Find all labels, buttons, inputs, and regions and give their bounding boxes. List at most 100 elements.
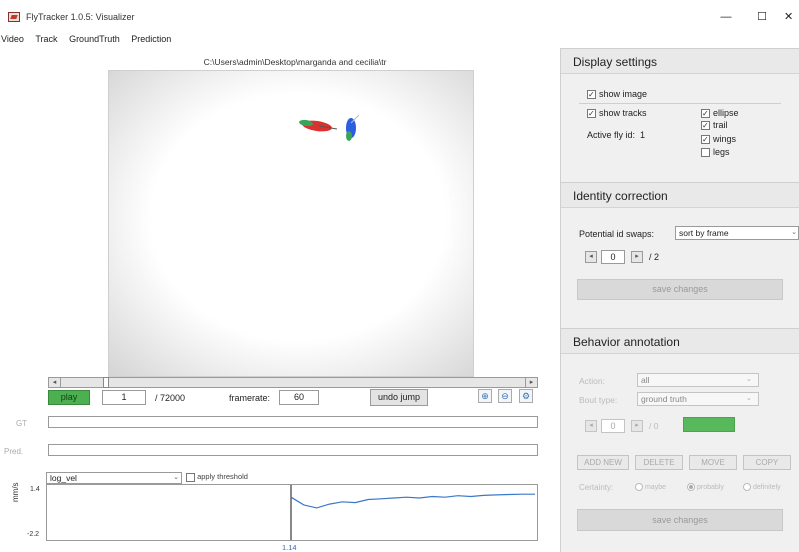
fly-blue[interactable]: [346, 114, 360, 141]
right-panel: Display settings show image show tracks …: [560, 48, 799, 552]
minimize-button[interactable]: —: [716, 10, 736, 24]
maximize-button[interactable]: ☐: [752, 10, 772, 24]
ellipse-label: ellipse: [713, 108, 739, 118]
identity-correction-header: Identity correction: [561, 182, 799, 208]
checkbox-icon[interactable]: [587, 89, 596, 100]
menu-prediction[interactable]: Prediction: [131, 34, 171, 44]
slider-thumb[interactable]: [103, 377, 109, 388]
checkbox-icon[interactable]: [701, 108, 710, 119]
certainty-maybe-option[interactable]: maybe: [635, 483, 666, 491]
play-bout-button[interactable]: [683, 417, 735, 432]
divider: [579, 103, 781, 104]
plot-series-line: [290, 493, 535, 509]
next-bout-icon[interactable]: ▸: [631, 420, 643, 432]
bout-type-select[interactable]: ground truth ⌄: [637, 392, 759, 406]
swap-count: / 2: [649, 252, 660, 262]
show-image-toggle[interactable]: show image: [587, 89, 648, 100]
swap-index-input[interactable]: 0: [601, 250, 625, 264]
delete-button[interactable]: DELETE: [635, 455, 683, 470]
copy-button[interactable]: COPY: [743, 455, 791, 470]
active-fly-value: 1: [640, 130, 646, 140]
menu-track[interactable]: Track: [35, 34, 57, 44]
pred-track-bar[interactable]: [48, 444, 538, 456]
certainty-probably-option[interactable]: probably: [687, 483, 724, 491]
undo-jump-button[interactable]: undo jump: [370, 389, 428, 406]
apply-threshold-toggle[interactable]: apply threshold: [186, 472, 248, 482]
legs-label: legs: [713, 147, 730, 157]
next-swap-icon[interactable]: ▸: [631, 251, 643, 263]
gt-track-bar[interactable]: [48, 416, 538, 428]
bout-type-label: Bout type:: [579, 395, 618, 405]
certainty-definitely-option[interactable]: definitely: [743, 483, 781, 491]
framerate-label: framerate:: [229, 393, 271, 403]
zoom-out-icon[interactable]: ⊖: [498, 389, 512, 403]
wings-label: wings: [713, 134, 737, 144]
plot-ytick-top: 1.4: [30, 486, 40, 493]
behavior-save-changes-button[interactable]: save changes: [577, 509, 783, 531]
gt-label: GT: [16, 419, 28, 428]
chevron-down-icon: ⌄: [173, 474, 179, 481]
bout-type-select-value: ground truth: [641, 394, 687, 404]
chevron-down-icon: ⌄: [791, 229, 797, 236]
chevron-down-icon: ⌄: [746, 376, 752, 383]
action-select-value: all: [641, 375, 650, 385]
frame-number-input[interactable]: 1: [102, 390, 146, 405]
active-fly-label: Active fly id: 1: [587, 130, 646, 140]
show-image-label: show image: [599, 89, 648, 99]
trail-label: trail: [713, 120, 728, 130]
trail-toggle[interactable]: trail: [701, 120, 728, 131]
slider-left-arrow-icon[interactable]: ◂: [49, 378, 61, 387]
checkbox-icon[interactable]: [186, 472, 195, 482]
show-tracks-label: show tracks: [599, 108, 647, 118]
action-label: Action:: [579, 376, 605, 386]
play-button[interactable]: play: [48, 390, 90, 405]
add-new-button[interactable]: ADD NEW: [577, 455, 629, 470]
wings-toggle[interactable]: wings: [701, 134, 737, 145]
framerate-input[interactable]: 60: [279, 390, 319, 405]
checkbox-icon[interactable]: [587, 108, 596, 119]
sort-select[interactable]: sort by frame ⌄: [675, 226, 799, 240]
feature-plot[interactable]: [46, 484, 538, 541]
fly-red[interactable]: [299, 119, 338, 133]
checkbox-icon[interactable]: [701, 148, 710, 158]
window-title: FlyTracker 1.0.5: Visualizer: [26, 12, 135, 22]
prev-swap-icon[interactable]: ◂: [585, 251, 597, 263]
menu-bar: Video Track GroundTruth Prediction: [0, 34, 560, 48]
menu-groundtruth[interactable]: GroundTruth: [69, 34, 120, 44]
plot-y-axis-label: mm/s: [11, 482, 20, 502]
slider-right-arrow-icon[interactable]: ▸: [525, 378, 537, 387]
close-button[interactable]: ✕: [784, 10, 799, 24]
plot-x-tick: 1.14: [282, 543, 297, 552]
legs-toggle[interactable]: legs: [701, 147, 730, 158]
settings-gear-icon[interactable]: ⚙: [519, 389, 533, 403]
radio-icon[interactable]: [635, 483, 643, 491]
plot-feature-select[interactable]: log_vel ⌄: [46, 472, 182, 484]
display-settings-header: Display settings: [561, 48, 799, 74]
identity-save-changes-button[interactable]: save changes: [577, 279, 783, 300]
zoom-in-icon[interactable]: ⊕: [478, 389, 492, 403]
video-file-path: C:\Users\admin\Desktop\marganda and ceci…: [203, 57, 387, 67]
plot-feature-value: log_vel: [50, 473, 77, 483]
chevron-down-icon: ⌄: [746, 395, 752, 402]
menu-video[interactable]: Video: [1, 34, 24, 44]
checkbox-icon[interactable]: [701, 120, 710, 131]
video-frame[interactable]: [108, 70, 474, 377]
radio-icon[interactable]: [743, 483, 751, 491]
checkbox-icon[interactable]: [701, 134, 710, 145]
bout-index-input[interactable]: 0: [601, 419, 625, 433]
move-button[interactable]: MOVE: [689, 455, 737, 470]
behavior-annotation-header: Behavior annotation: [561, 328, 799, 354]
prev-bout-icon[interactable]: ◂: [585, 420, 597, 432]
apply-threshold-label: apply threshold: [197, 472, 248, 481]
app-icon: [8, 12, 20, 22]
bout-count: / 0: [649, 421, 659, 431]
total-frames-label: / 72000: [155, 393, 186, 403]
radio-icon[interactable]: [687, 483, 695, 491]
show-tracks-toggle[interactable]: show tracks: [587, 108, 647, 119]
certainty-label: Certainty:: [579, 483, 614, 492]
frame-slider[interactable]: ◂ ▸: [48, 377, 538, 388]
sort-select-value: sort by frame: [679, 228, 729, 238]
ellipse-toggle[interactable]: ellipse: [701, 108, 739, 119]
feature-plot-svg: [290, 485, 535, 540]
action-select[interactable]: all ⌄: [637, 373, 759, 387]
